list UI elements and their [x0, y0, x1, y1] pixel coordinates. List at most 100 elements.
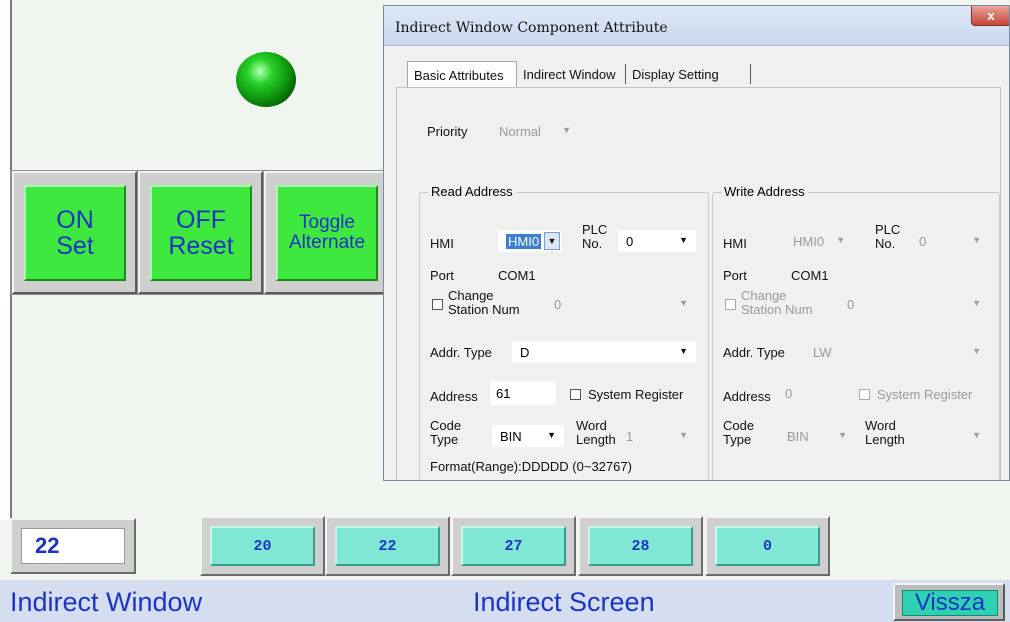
attribute-dialog: Indirect Window Component Attribute x Ba…: [383, 5, 1010, 481]
basic-attributes-panel: Priority Normal ▼ Read Address HMI HMI0 …: [396, 87, 1001, 480]
chevron-down-icon: ▼: [836, 235, 845, 245]
read-address-input[interactable]: 61: [490, 381, 556, 405]
write-word-length-line1: Word: [865, 418, 896, 433]
toggle-alternate-button-line1: Toggle: [299, 212, 355, 234]
write-code-type-value: BIN: [787, 428, 809, 444]
write-change-station-checkbox[interactable]: [725, 299, 736, 310]
write-plc-label-line1: PLC: [875, 222, 901, 237]
on-set-button-line1: ON: [56, 205, 94, 234]
write-hmi-select[interactable]: HMI0 ▼: [785, 230, 853, 252]
off-reset-button[interactable]: OFF Reset: [150, 185, 252, 281]
screen-margin: [0, 0, 10, 580]
write-addr-type-select[interactable]: LW ▼: [805, 341, 989, 363]
write-plc-select[interactable]: 0 ▼: [911, 230, 989, 252]
write-station-value: 0: [847, 296, 855, 312]
chevron-down-icon: ▼: [562, 125, 571, 135]
read-change-station-line2: Station Num: [448, 302, 520, 317]
on-set-button[interactable]: ON Set: [24, 185, 126, 281]
write-address-input[interactable]: 0: [779, 381, 845, 405]
read-code-type-label: Code Type: [430, 419, 461, 447]
write-plc-label-line2: No.: [875, 236, 896, 251]
read-station-select[interactable]: 0 ▼: [546, 293, 696, 315]
dialog-title: Indirect Window Component Attribute: [395, 20, 668, 36]
read-addr-type-label: Addr. Type: [430, 345, 492, 360]
footer-indirect-screen-label: Indirect Screen: [473, 587, 655, 617]
write-address-title: Write Address: [721, 184, 808, 199]
dialog-titlebar[interactable]: Indirect Window Component Attribute x: [384, 6, 1009, 46]
chevron-down-icon: ▼: [838, 430, 847, 440]
toggle-alternate-button-frame: Toggle Alternate: [264, 171, 389, 294]
write-hmi-label: HMI: [723, 236, 747, 251]
toggle-alternate-button[interactable]: Toggle Alternate: [276, 185, 378, 281]
read-change-station-line1: Change: [448, 288, 494, 303]
chevron-down-icon: ▼: [972, 298, 981, 308]
chevron-down-icon: ▼: [972, 346, 981, 356]
chevron-down-icon: ▼: [679, 430, 688, 440]
read-change-station-checkbox[interactable]: [432, 299, 443, 310]
read-address-label: Address: [430, 389, 478, 404]
value-button-frame: 22: [325, 516, 450, 576]
write-system-register-checkbox[interactable]: [859, 389, 870, 400]
read-system-register-checkbox[interactable]: [570, 389, 581, 400]
close-button[interactable]: x: [971, 6, 1009, 26]
tab-display-setting[interactable]: Display Setting: [626, 61, 751, 88]
numeric-display-frame: 22: [10, 518, 136, 574]
on-set-button-frame: ON Set: [12, 171, 137, 294]
write-addr-type-value: LW: [813, 344, 832, 360]
numeric-display: 22: [21, 528, 125, 564]
chevron-down-icon: ▼: [679, 235, 688, 245]
tab-divider: [750, 64, 751, 84]
read-code-type-line2: Type: [430, 432, 459, 447]
read-station-value: 0: [554, 296, 562, 312]
read-hmi-value: HMI0: [506, 233, 542, 249]
read-word-length-select[interactable]: 1 ▼: [618, 425, 696, 447]
read-code-type-line1: Code: [430, 418, 462, 433]
read-word-length-line2: Length: [576, 432, 616, 447]
read-address-title: Read Address: [428, 184, 516, 199]
priority-select[interactable]: Normal ▼: [491, 120, 579, 142]
priority-label: Priority: [427, 124, 468, 139]
value-button-22[interactable]: 22: [335, 526, 440, 566]
tab-indirect-window[interactable]: Indirect Window: [517, 61, 626, 88]
value-button-27[interactable]: 27: [461, 526, 566, 566]
write-code-type-line2: Type: [723, 432, 752, 447]
value-button-frame: 20: [200, 516, 325, 576]
read-word-length-value: 1: [626, 428, 634, 444]
read-code-type-select[interactable]: BIN ▼: [492, 425, 564, 447]
read-port-label: Port: [430, 268, 454, 283]
write-station-select[interactable]: 0 ▼: [839, 293, 989, 315]
chevron-down-icon: ▼: [679, 298, 688, 308]
write-hmi-value: HMI0: [793, 233, 825, 249]
write-change-station-line2: Station Num: [741, 302, 813, 317]
write-change-station-line1: Change: [741, 288, 787, 303]
value-button-28[interactable]: 28: [588, 526, 693, 566]
read-system-register-label: System Register: [588, 387, 684, 402]
read-plc-label: PLC No.: [582, 223, 607, 251]
read-addr-type-select[interactable]: D ▼: [512, 341, 696, 363]
write-address-group: Write Address HMI HMI0 ▼ PLC No. 0 ▼ Por…: [712, 184, 1000, 480]
value-button-frame: 27: [451, 516, 576, 576]
value-button-0[interactable]: 0: [715, 526, 820, 566]
write-address-label: Address: [723, 389, 771, 404]
back-button[interactable]: Vissza: [902, 589, 998, 616]
write-word-length-select[interactable]: ▼: [919, 425, 989, 447]
write-port-value: COM1: [791, 268, 829, 283]
read-address-group: Read Address HMI HMI0 ▼ PLC No. 0 ▼ Port…: [419, 184, 709, 480]
read-hmi-label: HMI: [430, 236, 454, 251]
off-reset-button-line2: Reset: [168, 232, 234, 260]
chevron-down-icon: ▼: [972, 430, 981, 440]
read-plc-label-line2: No.: [582, 236, 603, 251]
read-hmi-select[interactable]: HMI0 ▼: [498, 230, 562, 252]
write-word-length-line2: Length: [865, 432, 905, 447]
write-code-type-select[interactable]: BIN ▼: [779, 425, 855, 447]
read-code-type-value: BIN: [500, 428, 522, 444]
write-addr-type-label: Addr. Type: [723, 345, 785, 360]
write-word-length-label: Word Length: [865, 419, 905, 447]
write-system-register-label: System Register: [877, 387, 973, 402]
read-plc-select[interactable]: 0 ▼: [618, 230, 696, 252]
read-format-text: Format(Range):DDDDD (0~32767): [430, 459, 632, 474]
value-button-20[interactable]: 20: [210, 526, 315, 566]
status-lamp-icon: [236, 52, 296, 107]
chevron-down-icon: ▼: [679, 346, 688, 356]
tab-basic-attributes[interactable]: Basic Attributes: [407, 61, 517, 88]
